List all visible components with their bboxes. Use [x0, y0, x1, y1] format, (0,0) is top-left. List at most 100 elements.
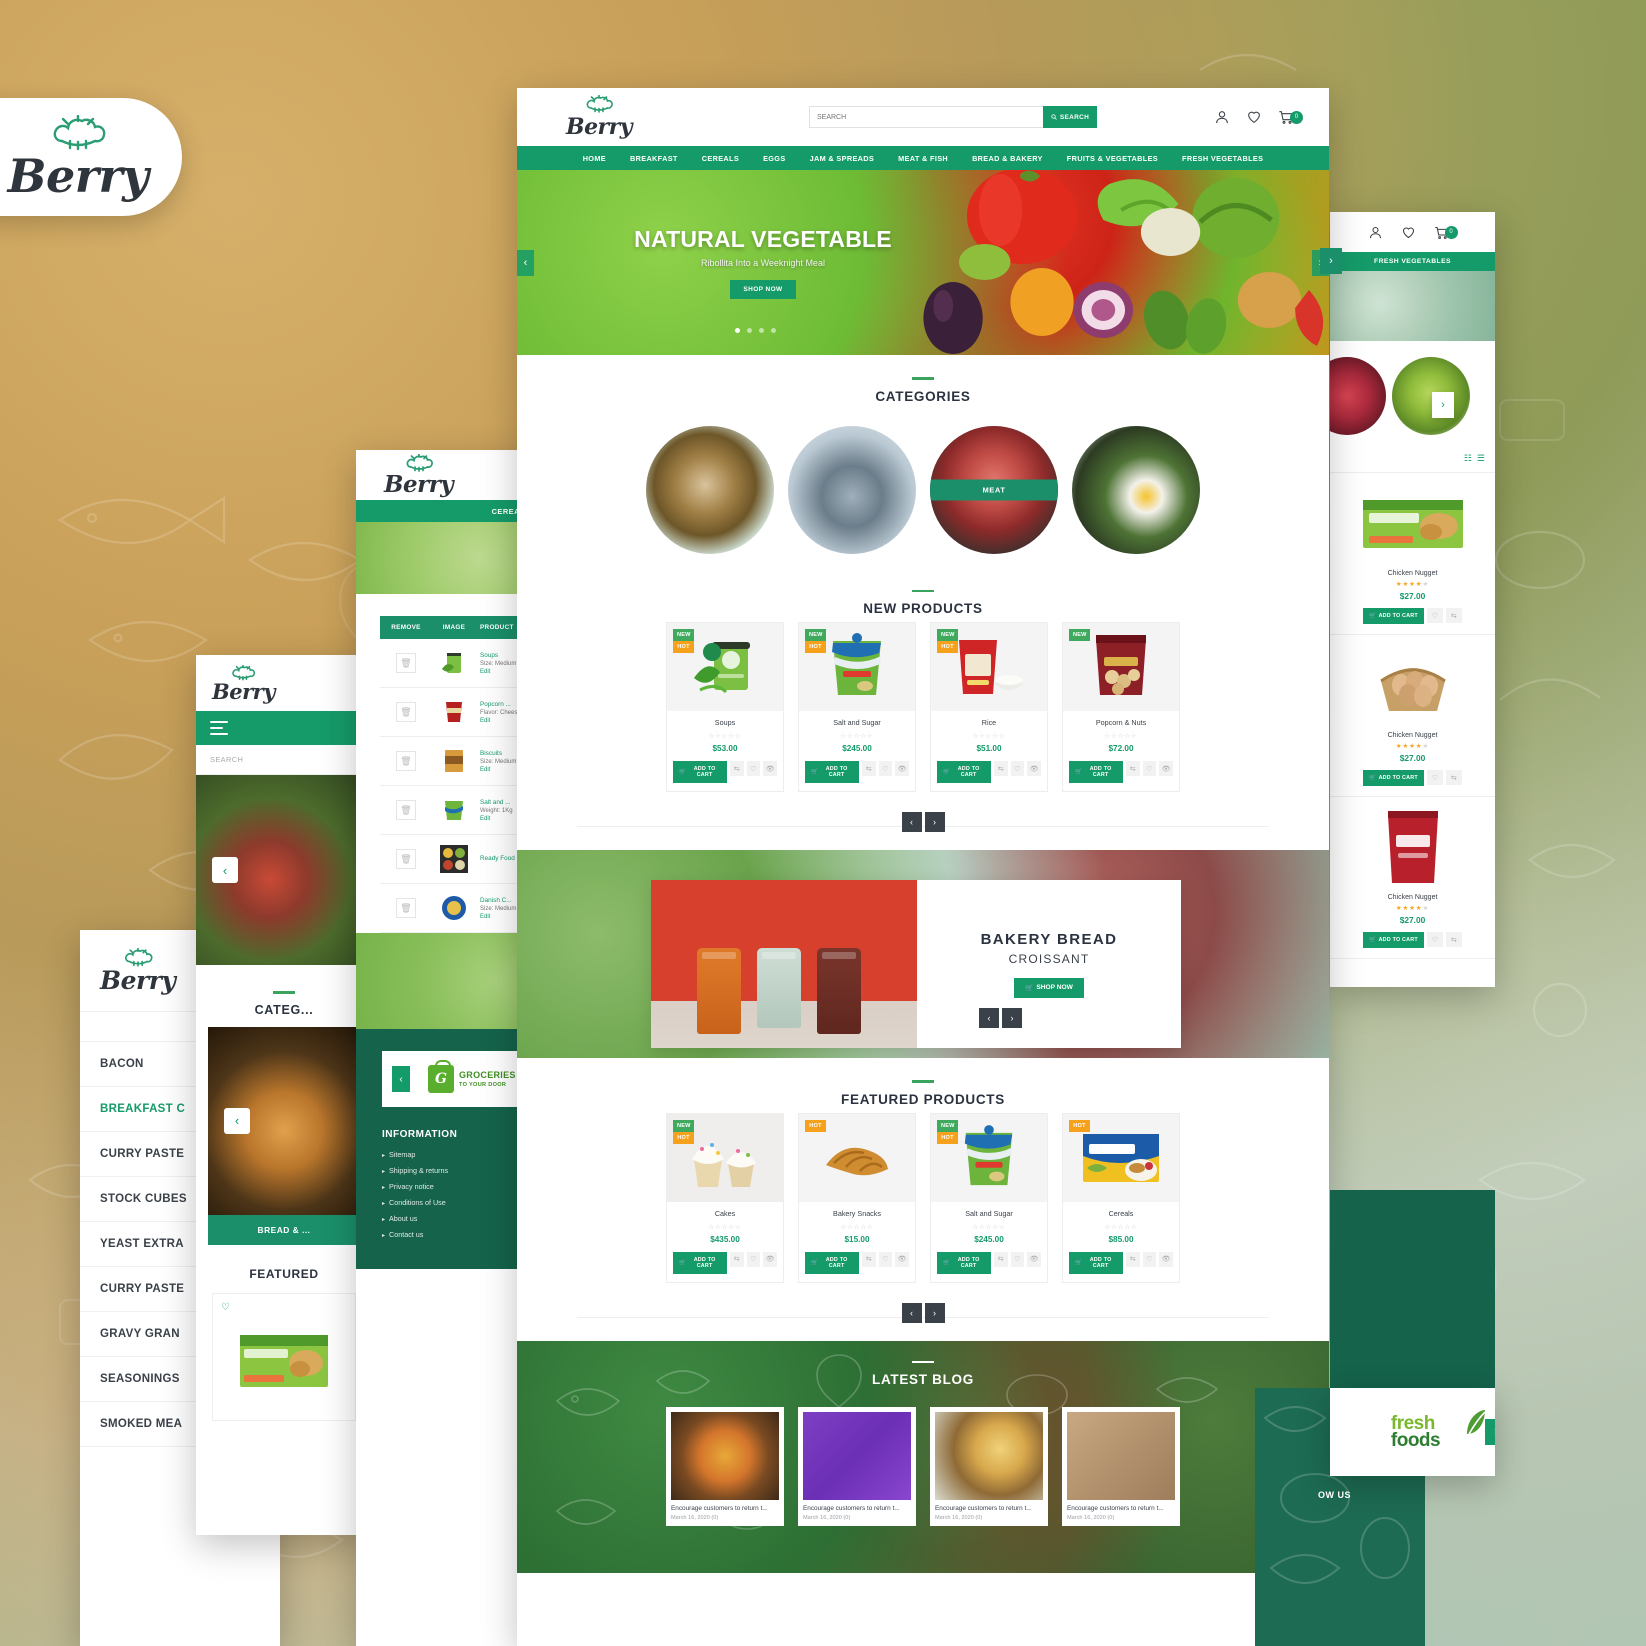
list-item[interactable]: Chicken Nugget ★★★★★ $27.00 🛒 ADD TO CART…	[1330, 473, 1495, 635]
add-to-cart-button[interactable]: 🛒 ADD TO CART	[805, 1251, 859, 1274]
nav-item-bread-bakery[interactable]: BREAD & BAKERY	[972, 154, 1043, 163]
trash-icon[interactable]: 🗑	[396, 800, 416, 820]
quick-view-icon[interactable]: 👁	[895, 1251, 909, 1267]
hero-dot-4[interactable]	[771, 328, 776, 333]
heart-icon[interactable]: ♡	[221, 1302, 230, 1313]
product-card[interactable]: HOT Cereals ☆☆☆☆☆ $85.00 🛒 ADD TO CART ⇆…	[1062, 1112, 1180, 1283]
mobile-search-field[interactable]: SEARCH	[196, 745, 372, 775]
wishlist-icon[interactable]: ♡	[1010, 1251, 1025, 1267]
trash-icon[interactable]: 🗑	[396, 653, 416, 673]
wishlist-icon[interactable]: ♡	[878, 761, 893, 776]
compare-icon[interactable]: ⇆	[1445, 608, 1462, 623]
hero-dot-2[interactable]	[747, 328, 752, 333]
compare-icon[interactable]: ⇆	[1445, 932, 1462, 947]
add-to-cart-button[interactable]: 🛒 ADD TO CART	[1363, 932, 1424, 948]
wishlist-icon[interactable]: ♡	[1010, 761, 1025, 776]
groceries-prev-arrow[interactable]: ‹	[392, 1066, 410, 1092]
wishlist-icon[interactable]: ♡	[746, 1251, 761, 1267]
trash-icon[interactable]: 🗑	[396, 702, 416, 722]
wishlist-icon[interactable]: ♡	[1426, 770, 1443, 785]
blog-card[interactable]: Encourage customers to return t... March…	[798, 1407, 916, 1526]
nav-item-home[interactable]: HOME	[583, 154, 606, 163]
bakery-prev-button[interactable]: ‹	[979, 1008, 999, 1028]
hero-shop-now-button[interactable]: SHOP NOW	[730, 280, 796, 299]
add-to-cart-button[interactable]: 🛒 ADD TO CART	[1069, 761, 1123, 783]
add-to-cart-button[interactable]: 🛒 ADD TO CART	[937, 1251, 991, 1274]
trash-icon[interactable]: 🗑	[396, 898, 416, 918]
nav-item-cereals[interactable]: CEREALS	[702, 154, 739, 163]
nav-item-jam-spreads[interactable]: JAM & SPREADS	[810, 154, 875, 163]
quick-view-icon[interactable]: 👁	[1159, 761, 1173, 776]
trash-icon[interactable]: 🗑	[396, 751, 416, 771]
heart-icon[interactable]	[1401, 225, 1416, 240]
product-card[interactable]: NEW Popcorn & Nuts ☆☆☆☆☆ $72.00 🛒 ADD TO…	[1062, 622, 1180, 792]
product-card[interactable]: NEW HOT Salt and Sugar ☆☆☆☆☆ $245.00 🛒 A…	[930, 1112, 1048, 1283]
nav-item-fresh-vegetables[interactable]: FRESH VEGETABLES	[1182, 154, 1263, 163]
quick-view-icon[interactable]: 👁	[763, 1251, 777, 1267]
main-logo[interactable]: Berry	[543, 94, 655, 140]
fresh-foods-next-arrow[interactable]: ›	[1485, 1419, 1495, 1445]
blog-card[interactable]: Encourage customers to return t... March…	[930, 1407, 1048, 1526]
list-item[interactable]: Chicken Nugget ★★★★★ $27.00 🛒 ADD TO CART…	[1330, 635, 1495, 797]
bakery-shop-now-button[interactable]: 🛒 SHOP NOW	[1014, 977, 1084, 998]
compare-icon[interactable]: ⇆	[861, 1251, 876, 1267]
add-to-cart-button[interactable]: 🛒 ADD TO CART	[1363, 770, 1424, 786]
quick-view-icon[interactable]: 👁	[1027, 1251, 1041, 1267]
wishlist-icon[interactable]: ♡	[746, 761, 761, 776]
carousel-next-button[interactable]: ›	[924, 1302, 945, 1323]
category-card-fish-bowl[interactable]	[646, 425, 774, 554]
right-panel-nav[interactable]: FRESH VEGETABLES	[1330, 252, 1495, 271]
bakery-next-button[interactable]: ›	[1002, 1008, 1022, 1028]
list-view-icon[interactable]: ☰	[1477, 453, 1485, 464]
quick-view-icon[interactable]: 👁	[1159, 1251, 1173, 1267]
wishlist-icon[interactable]: ♡	[878, 1251, 893, 1267]
compare-icon[interactable]: ⇆	[1125, 761, 1140, 776]
heart-icon[interactable]	[1246, 109, 1262, 125]
wishlist-icon[interactable]: ♡	[1142, 761, 1157, 776]
cart-button[interactable]: 0	[1434, 225, 1458, 240]
user-icon[interactable]	[1214, 109, 1230, 125]
grid-view-icon[interactable]: ☷	[1464, 453, 1472, 464]
carousel-prev-button[interactable]: ‹	[901, 812, 922, 832]
carousel-prev-button[interactable]: ‹	[901, 1302, 922, 1323]
blog-card[interactable]: Encourage customers to return t... March…	[1062, 1407, 1180, 1526]
compare-icon[interactable]: ⇆	[993, 1251, 1008, 1267]
right-hero-next-arrow[interactable]: ›	[1320, 248, 1342, 274]
product-card[interactable]: NEW HOT Cakes ☆☆☆☆☆ $435.00 🛒 ADD TO CAR…	[666, 1112, 784, 1283]
carousel-next-button[interactable]: ›	[924, 812, 945, 832]
category-card-meat[interactable]: MEAT	[930, 425, 1058, 554]
compare-icon[interactable]: ⇆	[993, 761, 1008, 776]
add-to-cart-button[interactable]: 🛒 ADD TO CART	[673, 761, 727, 783]
search-button[interactable]: SEARCH	[1043, 106, 1097, 128]
category-card-fish[interactable]	[788, 425, 916, 554]
add-to-cart-button[interactable]: 🛒 ADD TO CART	[673, 1251, 727, 1274]
product-card[interactable]: NEW HOT Rice ☆☆☆☆☆ $51.00 🛒 ADD TO CART …	[930, 622, 1048, 792]
compare-icon[interactable]: ⇆	[729, 1251, 744, 1267]
quick-view-icon[interactable]: 👁	[1027, 761, 1041, 776]
mobile-category-prev-arrow[interactable]: ‹	[224, 1107, 250, 1134]
wishlist-icon[interactable]: ♡	[1142, 1251, 1157, 1267]
hero-dot-3[interactable]	[759, 328, 764, 333]
cart-button[interactable]: 0	[1278, 109, 1303, 125]
add-to-cart-button[interactable]: 🛒 ADD TO CART	[1069, 1251, 1123, 1274]
add-to-cart-button[interactable]: 🛒 ADD TO CART	[937, 761, 991, 783]
compare-icon[interactable]: ⇆	[1125, 1251, 1140, 1267]
hero-dot-1[interactable]	[735, 328, 740, 333]
category-thumb-berries[interactable]	[1330, 357, 1386, 435]
wishlist-icon[interactable]: ♡	[1426, 932, 1443, 947]
category-card-salad[interactable]	[1072, 425, 1200, 554]
hero-prev-arrow[interactable]: ‹	[517, 249, 534, 276]
search-input[interactable]	[809, 106, 1043, 128]
nav-item-fruits-vegetables[interactable]: FRUITS & VEGETABLES	[1067, 154, 1158, 163]
hamburger-icon[interactable]	[210, 720, 228, 736]
nav-item-breakfast[interactable]: BREAKFAST	[630, 154, 678, 163]
mobile-category-caption[interactable]: BREAD & ...	[208, 1214, 360, 1245]
mobile-hero-prev-arrow[interactable]: ‹	[212, 857, 238, 883]
nav-item-eggs[interactable]: EGGS	[763, 154, 786, 163]
trash-icon[interactable]: 🗑	[396, 849, 416, 869]
product-card[interactable]: HOT Bakery Snacks ☆☆☆☆☆ $15.00 🛒 ADD TO …	[798, 1112, 916, 1283]
compare-icon[interactable]: ⇆	[729, 761, 744, 776]
wishlist-icon[interactable]: ♡	[1426, 608, 1443, 623]
list-item[interactable]: Chicken Nugget ★★★★★ $27.00 🛒 ADD TO CART…	[1330, 797, 1495, 959]
add-to-cart-button[interactable]: 🛒 ADD TO CART	[1363, 608, 1424, 624]
